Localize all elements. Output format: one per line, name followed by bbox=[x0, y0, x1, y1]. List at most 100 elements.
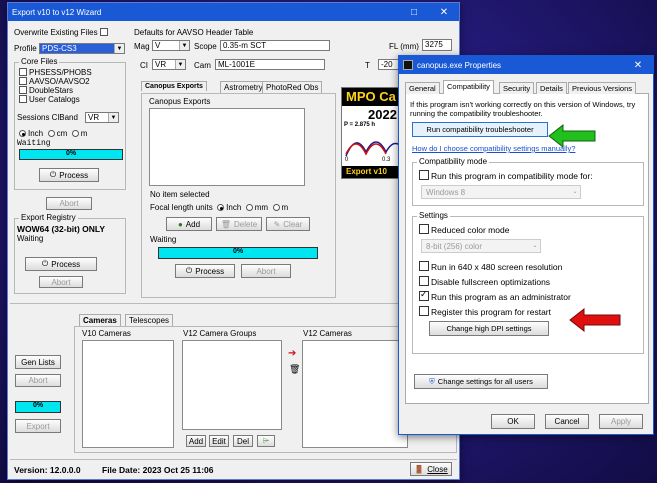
t-label: T bbox=[365, 61, 370, 70]
canopus-exports-list[interactable] bbox=[149, 108, 305, 186]
group-del-button[interactable]: Del bbox=[233, 435, 253, 447]
cam-label: Cam bbox=[194, 61, 211, 70]
wizard-title-bar: Export v10 to v12 Wizard □ ✕ bbox=[8, 3, 459, 21]
version-text: Version: 12.0.0.0 bbox=[14, 465, 81, 475]
v12-groups-list[interactable] bbox=[182, 340, 282, 430]
canopus-delete-button[interactable]: 🗑 Delete bbox=[216, 217, 262, 231]
maximize-button[interactable]: □ bbox=[399, 7, 429, 18]
file-date-text: File Date: 2023 Oct 25 11:06 bbox=[102, 465, 214, 475]
canopus-process-button[interactable]: ⏻ Process bbox=[175, 264, 235, 278]
gen-lists-button[interactable]: Gen Lists bbox=[15, 355, 61, 369]
v12-groups-label: V12 Camera Groups bbox=[183, 329, 257, 338]
cancel-button[interactable]: Cancel bbox=[545, 414, 589, 429]
no-item-label: No item selected bbox=[150, 190, 210, 199]
core-files-group: Core Files PHSESS/PHOBS AAVSO/AAVSO2 Dou… bbox=[14, 57, 126, 190]
ci-label: CI bbox=[140, 61, 148, 70]
gen-progress-bar: 0% bbox=[15, 401, 61, 413]
wizard-title: Export v10 to v12 Wizard bbox=[12, 7, 102, 17]
tab-cameras[interactable]: Cameras bbox=[79, 314, 121, 326]
shield-icon: ⛨ bbox=[429, 376, 435, 386]
register-restart-checkbox[interactable]: Register this program for restart bbox=[419, 306, 551, 317]
tab-photored[interactable]: PhotoRed Obs bbox=[262, 81, 323, 93]
compat-mode-group: Compatibility mode Run this program in c… bbox=[412, 157, 644, 206]
disable-fullscreen-checkbox[interactable]: Disable fullscreen optimizations bbox=[419, 276, 550, 287]
process-icon: ⏻ bbox=[41, 259, 49, 268]
t-input[interactable]: -20 bbox=[378, 59, 400, 70]
scope-input[interactable]: 0.35-m SCT bbox=[220, 40, 330, 51]
reduced-color-checkbox[interactable]: Reduced color mode bbox=[419, 224, 509, 235]
props-title-bar: canopus.exe Properties ✕ bbox=[399, 56, 653, 74]
fl-input[interactable]: 3275 bbox=[422, 39, 452, 51]
wow64-label: WOW64 (32-bit) ONLY bbox=[17, 224, 105, 234]
v10-cameras-list[interactable] bbox=[82, 340, 174, 448]
status-bar: Version: 12.0.0.0 File Date: 2023 Oct 25… bbox=[10, 459, 457, 477]
tab-compatibility[interactable]: Compatibility bbox=[443, 80, 494, 94]
defaults-label: Defaults for AAVSO Header Table bbox=[134, 28, 254, 37]
apply-button[interactable]: Apply bbox=[599, 414, 643, 429]
core-file-item[interactable]: AAVSO/AAVSO2 bbox=[19, 77, 90, 86]
group-edit-button[interactable]: Edit bbox=[209, 435, 229, 447]
props-close-icon[interactable]: ✕ bbox=[623, 60, 653, 71]
tab-previous-versions[interactable]: Previous Versions bbox=[568, 82, 637, 94]
run-troubleshooter-button[interactable]: Run compatibility troubleshooter bbox=[412, 122, 548, 137]
wizard-close-icon[interactable]: ✕ bbox=[429, 7, 459, 18]
high-dpi-button[interactable]: Change high DPI settings bbox=[429, 321, 549, 336]
wizard-close-button[interactable]: 🚪 Close bbox=[410, 462, 452, 476]
core-abort-button[interactable]: Abort bbox=[46, 197, 92, 210]
compat-os-select[interactable]: Windows 8 ⌄ bbox=[421, 185, 581, 199]
separator bbox=[10, 303, 457, 304]
core-files-label: Core Files bbox=[19, 57, 60, 66]
mag-select[interactable]: V ▼ bbox=[152, 40, 190, 51]
overwrite-label: Overwrite Existing Files bbox=[14, 28, 110, 37]
eraser-icon: ✎ bbox=[273, 219, 281, 229]
tab-general[interactable]: General bbox=[405, 82, 440, 94]
tab-telescopes[interactable]: Telescopes bbox=[125, 314, 174, 326]
scope-label: Scope bbox=[194, 42, 217, 51]
compat-panel: If this program isn't working correctly … bbox=[405, 94, 649, 404]
overwrite-checkbox[interactable] bbox=[99, 28, 108, 36]
sessions-select[interactable]: VR ▼ bbox=[85, 112, 119, 123]
export-button[interactable]: Export bbox=[15, 419, 61, 433]
units-radio-group[interactable]: Inch cm m bbox=[19, 129, 87, 138]
focal-units[interactable]: Focal length units Inch mm m bbox=[150, 203, 288, 212]
canopus-abort-button[interactable]: Abort bbox=[241, 264, 291, 278]
canopus-clear-button[interactable]: ✎ Clear bbox=[266, 217, 310, 231]
export-registry-label: Export Registry bbox=[19, 213, 78, 222]
props-tab-strip: General Compatibility Security Details P… bbox=[405, 80, 649, 94]
canopus-add-button[interactable]: ● Add bbox=[166, 217, 212, 231]
process-icon: ⏻ bbox=[185, 266, 193, 275]
compat-mode-checkbox[interactable]: Run this program in compatibility mode f… bbox=[419, 170, 593, 181]
export-registry-group: Export Registry WOW64 (32-bit) ONLY Wait… bbox=[14, 213, 126, 294]
tab-security[interactable]: Security bbox=[499, 82, 535, 94]
red-arrow-icon bbox=[569, 307, 621, 333]
tab-details[interactable]: Details bbox=[536, 82, 567, 94]
run-admin-checkbox[interactable]: Run this program as an administrator bbox=[419, 289, 571, 302]
ci-select[interactable]: VR ▼ bbox=[152, 59, 186, 70]
core-file-item[interactable]: User Catalogs bbox=[19, 95, 80, 104]
profile-select[interactable]: PDS-CS3 ▼ bbox=[39, 43, 125, 54]
registry-process-button[interactable]: ⏻ Process bbox=[25, 257, 97, 271]
banner-tick-right: 0.3 bbox=[382, 157, 391, 163]
core-file-item[interactable]: DoubleStars bbox=[19, 86, 73, 95]
tab-astrometry[interactable]: Astrometry bbox=[220, 81, 267, 93]
move-arrow-icon[interactable]: ➔ bbox=[288, 348, 296, 359]
settings-label: Settings bbox=[417, 211, 450, 220]
group-open-icon[interactable]: ⌲ bbox=[257, 435, 275, 447]
change-all-users-button[interactable]: ⛨ Change settings for all users bbox=[414, 374, 548, 389]
settings-group: Settings Reduced color mode 8-bit (256) … bbox=[412, 211, 644, 354]
core-file-item[interactable]: PHSESS/PHOBS bbox=[19, 68, 92, 77]
cam-input[interactable]: ML-1001E bbox=[215, 59, 325, 70]
trash-icon[interactable]: 🗑 bbox=[289, 364, 300, 375]
gen-abort-button[interactable]: Abort bbox=[15, 374, 61, 387]
color-depth-select[interactable]: 8-bit (256) color ⌄ bbox=[421, 239, 541, 253]
ok-button[interactable]: OK bbox=[491, 414, 535, 429]
tab-canopus-exports[interactable]: Canopus Exports bbox=[141, 81, 207, 91]
green-arrow-icon bbox=[548, 123, 596, 149]
banner-formula: P = 2.875 h bbox=[344, 122, 376, 128]
run-640-checkbox[interactable]: Run in 640 x 480 screen resolution bbox=[419, 261, 562, 272]
core-process-button[interactable]: ⏻ Process bbox=[39, 168, 99, 182]
group-add-button[interactable]: Add bbox=[186, 435, 206, 447]
fl-label: FL (mm) bbox=[389, 42, 419, 51]
registry-abort-button[interactable]: Abort bbox=[39, 276, 83, 288]
v12-cameras-list[interactable] bbox=[302, 340, 408, 448]
